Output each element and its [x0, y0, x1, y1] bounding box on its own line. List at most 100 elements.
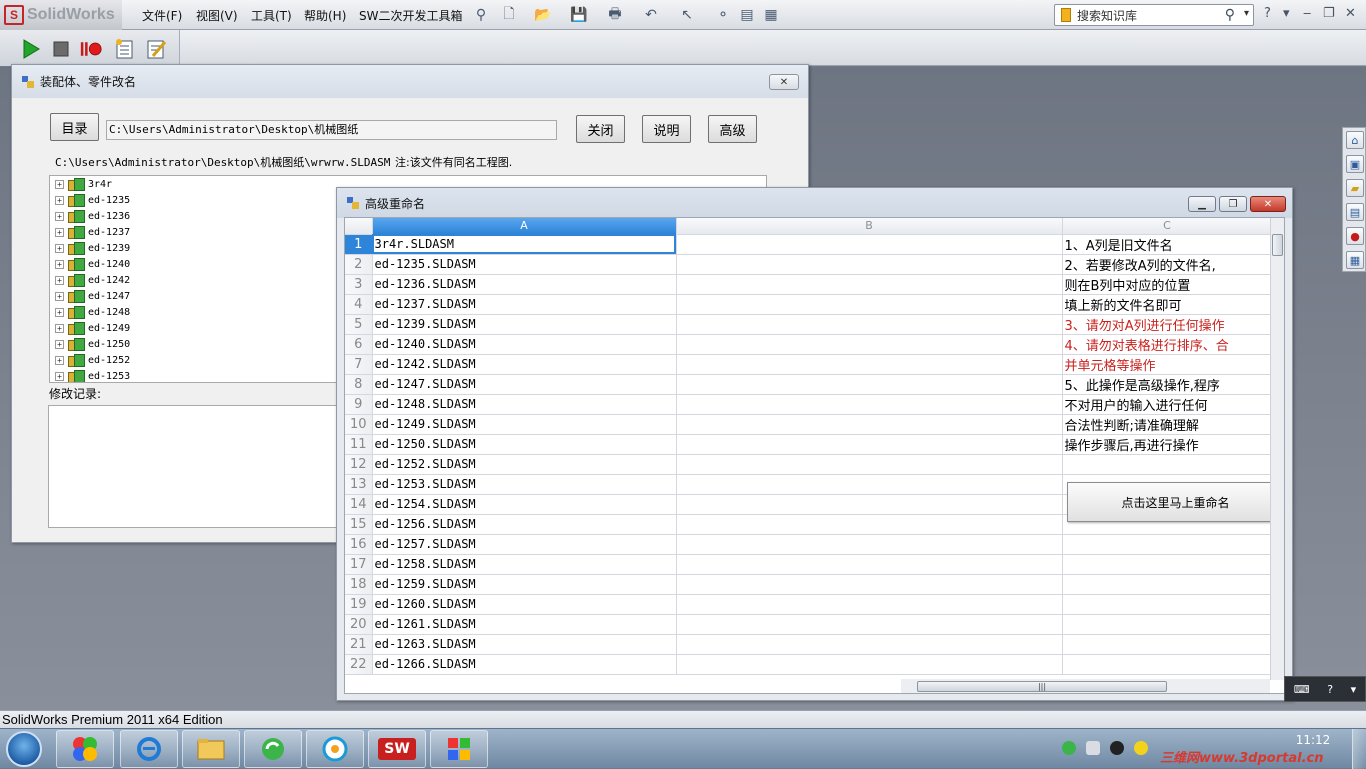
- old-filename-cell[interactable]: ed-1253.SLDASM: [372, 474, 677, 495]
- taskbar-browser[interactable]: [306, 730, 364, 768]
- expand-icon[interactable]: +: [55, 275, 64, 285]
- row-number[interactable]: 18: [345, 574, 373, 595]
- old-filename-cell[interactable]: ed-1252.SLDASM: [372, 454, 677, 475]
- qq-icon[interactable]: [1110, 741, 1124, 755]
- view-palette-icon[interactable]: ▤: [1346, 203, 1364, 221]
- table-row[interactable]: 3 ed-1236.SLDASM 则在B列中对应的位置: [345, 274, 1273, 295]
- new-filename-cell[interactable]: [676, 594, 1063, 615]
- menu-file[interactable]: 文件(F): [142, 7, 182, 24]
- directory-button[interactable]: 目录: [50, 113, 99, 141]
- close-button[interactable]: 关闭: [576, 115, 625, 143]
- close-icon[interactable]: ✕: [1345, 6, 1356, 21]
- instruction-cell[interactable]: [1062, 554, 1273, 575]
- custom-properties-icon[interactable]: ▦: [1346, 251, 1364, 269]
- expand-icon[interactable]: +: [55, 179, 64, 189]
- instruction-cell[interactable]: 1、A列是旧文件名: [1062, 234, 1273, 255]
- new-filename-cell[interactable]: [676, 294, 1063, 315]
- rename-grid[interactable]: A B C 1 3r4r.SLDASM 1、A列是旧文件名 2 ed-1235.SLDA…: [344, 217, 1285, 694]
- row-number[interactable]: 10: [345, 414, 373, 435]
- old-filename-cell[interactable]: ed-1256.SLDASM: [372, 514, 677, 535]
- instruction-cell[interactable]: 合法性判断;请准确理解: [1062, 414, 1273, 435]
- select-icon[interactable]: ↖: [678, 6, 696, 24]
- start-button[interactable]: [6, 731, 42, 767]
- open-folder-icon[interactable]: 📂: [534, 6, 552, 24]
- plus-icon[interactable]: [1134, 741, 1148, 755]
- row-number[interactable]: 19: [345, 594, 373, 615]
- expand-icon[interactable]: +: [55, 371, 64, 381]
- instruction-cell[interactable]: 5、此操作是高级操作,程序: [1062, 374, 1273, 395]
- old-filename-cell[interactable]: ed-1248.SLDASM: [372, 394, 677, 415]
- old-filename-cell[interactable]: ed-1239.SLDASM: [372, 314, 677, 335]
- close-icon[interactable]: ✕: [1250, 196, 1286, 212]
- new-filename-cell[interactable]: [676, 334, 1063, 355]
- horizontal-scroll-thumb[interactable]: |||: [917, 681, 1167, 692]
- instruction-cell[interactable]: [1062, 454, 1273, 475]
- new-filename-cell[interactable]: [676, 374, 1063, 395]
- row-number[interactable]: 3: [345, 274, 373, 295]
- row-number[interactable]: 12: [345, 454, 373, 475]
- expand-icon[interactable]: +: [55, 195, 64, 205]
- row-number[interactable]: 7: [345, 354, 373, 375]
- file-explorer-icon[interactable]: ▰: [1346, 179, 1364, 197]
- table-row[interactable]: 17 ed-1258.SLDASM: [345, 554, 1273, 575]
- log-textarea[interactable]: [48, 405, 348, 528]
- maximize-icon[interactable]: ❐: [1219, 196, 1247, 212]
- new-filename-cell[interactable]: [676, 634, 1063, 655]
- row-number[interactable]: 21: [345, 634, 373, 655]
- save-icon[interactable]: 💾: [570, 6, 588, 24]
- expand-icon[interactable]: +: [55, 291, 64, 301]
- directory-path-field[interactable]: C:\Users\Administrator\Desktop\机械图纸: [106, 120, 557, 140]
- table-row[interactable]: 5 ed-1239.SLDASM 3、请勿对A列进行任何操作: [345, 314, 1273, 335]
- taskbar-explorer-colors[interactable]: [56, 730, 114, 768]
- expand-icon[interactable]: +: [55, 227, 64, 237]
- new-filename-cell[interactable]: [676, 574, 1063, 595]
- row-number[interactable]: 9: [345, 394, 373, 415]
- minimize-icon[interactable]: ▁: [1188, 196, 1216, 212]
- row-number[interactable]: 5: [345, 314, 373, 335]
- help-icon[interactable]: ?: [1264, 6, 1271, 21]
- new-filename-cell[interactable]: [676, 474, 1063, 495]
- instruction-cell[interactable]: [1062, 574, 1273, 595]
- instruction-cell[interactable]: [1062, 594, 1273, 615]
- expand-icon[interactable]: +: [55, 243, 64, 253]
- old-filename-cell[interactable]: ed-1247.SLDASM: [372, 374, 677, 395]
- show-desktop-button[interactable]: [1352, 729, 1366, 769]
- instruction-cell[interactable]: 4、请勿对表格进行排序、合: [1062, 334, 1273, 355]
- row-number[interactable]: 16: [345, 534, 373, 555]
- instruction-cell[interactable]: [1062, 534, 1273, 555]
- new-filename-cell[interactable]: [676, 654, 1063, 675]
- rename-table[interactable]: A B C 1 3r4r.SLDASM 1、A列是旧文件名 2 ed-1235.SLDA…: [345, 218, 1273, 675]
- row-number[interactable]: 15: [345, 514, 373, 535]
- table-row[interactable]: 7 ed-1242.SLDASM 并单元格等操作: [345, 354, 1273, 375]
- new-filename-cell[interactable]: [676, 314, 1063, 335]
- table-row[interactable]: 21 ed-1263.SLDASM: [345, 634, 1273, 655]
- new-filename-cell[interactable]: [676, 614, 1063, 635]
- file-properties-icon[interactable]: ▤: [738, 6, 756, 24]
- table-row[interactable]: 1 3r4r.SLDASM 1、A列是旧文件名: [345, 234, 1273, 255]
- record-macro-icon[interactable]: [80, 38, 102, 60]
- old-filename-cell[interactable]: ed-1258.SLDASM: [372, 554, 677, 575]
- advanced-button[interactable]: 高级: [708, 115, 757, 143]
- close-icon[interactable]: ✕: [769, 74, 799, 90]
- rename-now-button[interactable]: 点击这里马上重命名: [1067, 482, 1284, 522]
- appearances-icon[interactable]: ●: [1346, 227, 1364, 245]
- instruction-cell[interactable]: [1062, 654, 1273, 675]
- table-row[interactable]: 2 ed-1235.SLDASM 2、若要修改A列的文件名,: [345, 254, 1273, 275]
- row-number[interactable]: 4: [345, 294, 373, 315]
- instruction-cell[interactable]: 填上新的文件名即可: [1062, 294, 1273, 315]
- vertical-scroll-thumb[interactable]: [1272, 234, 1283, 256]
- row-number[interactable]: 1: [345, 234, 373, 255]
- restore-icon[interactable]: ❐: [1323, 6, 1335, 21]
- chevron-down-icon[interactable]: ▾: [1283, 6, 1290, 21]
- old-filename-cell[interactable]: ed-1235.SLDASM: [372, 254, 677, 275]
- old-filename-cell[interactable]: ed-1257.SLDASM: [372, 534, 677, 555]
- column-header-b[interactable]: B: [676, 218, 1063, 235]
- menu-sw-dev-toolbox[interactable]: SW二次开发工具箱: [359, 7, 462, 24]
- network-icon[interactable]: [1086, 741, 1100, 755]
- old-filename-cell[interactable]: ed-1261.SLDASM: [372, 614, 677, 635]
- menu-tools[interactable]: 工具(T): [251, 7, 292, 24]
- taskbar-windows-app[interactable]: [430, 730, 488, 768]
- table-row[interactable]: 18 ed-1259.SLDASM: [345, 574, 1273, 595]
- row-number[interactable]: 20: [345, 614, 373, 635]
- row-number[interactable]: 8: [345, 374, 373, 395]
